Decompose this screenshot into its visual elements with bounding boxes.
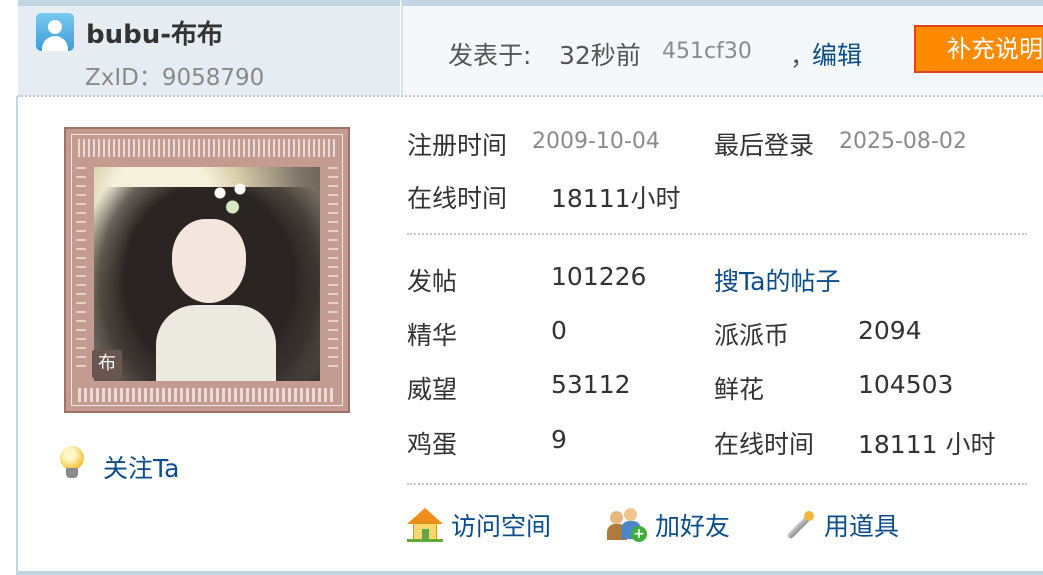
add-friend-label: 加好友 — [655, 512, 731, 541]
header-divider — [18, 95, 1043, 97]
posted-label: 发表于: — [448, 41, 532, 70]
coins-label: 派派币 — [714, 321, 790, 350]
online-time-label: 在线时间 — [407, 184, 508, 213]
follow-link[interactable]: 关注Ta — [103, 449, 179, 485]
username[interactable]: bubu-布布 — [86, 14, 223, 51]
prestige-value: 53112 — [551, 370, 631, 399]
last-login-date: 2025-08-02 — [839, 129, 967, 154]
frame-border-bottom — [16, 571, 1043, 575]
frame-border-left — [16, 96, 18, 575]
coins-value: 2094 — [858, 316, 922, 345]
post-hash: 451cf30 — [662, 39, 752, 64]
supplement-button[interactable]: 补充说明 — [914, 25, 1043, 73]
last-login-label: 最后登录 — [714, 131, 815, 160]
eggs-label: 鸡蛋 — [407, 430, 458, 459]
avatar-badge: 布 — [92, 350, 122, 378]
posted-time: 32秒前 — [559, 41, 641, 70]
posts-label: 发帖 — [407, 267, 458, 296]
eggs-value: 9 — [551, 425, 567, 454]
digest-label: 精华 — [407, 321, 458, 350]
use-item-button[interactable]: 用道具 — [780, 507, 899, 543]
use-item-label: 用道具 — [824, 512, 900, 541]
online-hours-label: 在线时间 — [714, 430, 815, 459]
register-date: 2009-10-04 — [532, 129, 660, 154]
edit-link[interactable]: 编辑 — [812, 36, 862, 72]
search-posts-link[interactable]: 搜Ta的帖子 — [714, 262, 840, 298]
online-hours-value: 18111 小时 — [858, 430, 996, 459]
digest-value: 0 — [551, 316, 567, 345]
user-icon — [36, 13, 74, 51]
add-friend-icon: + — [607, 508, 647, 542]
visit-space-label: 访问空间 — [451, 512, 552, 541]
add-friend-button[interactable]: + 加好友 — [607, 507, 730, 543]
prestige-label: 威望 — [407, 375, 458, 404]
actions-divider — [407, 483, 1027, 485]
visit-space-button[interactable]: 访问空间 — [407, 507, 551, 543]
flowers-value: 104503 — [858, 370, 954, 399]
online-time-value: 18111小时 — [551, 184, 681, 213]
profile-divider — [407, 233, 1027, 235]
posts-value: 101226 — [551, 262, 647, 291]
user-id: ZxID：9058790 — [85, 65, 265, 91]
flowers-label: 鲜花 — [714, 375, 765, 404]
magic-wand-icon — [780, 508, 816, 542]
avatar-image — [94, 167, 320, 381]
register-label: 注册时间 — [407, 131, 508, 160]
home-icon — [407, 508, 443, 542]
lightbulb-icon[interactable] — [58, 446, 86, 480]
